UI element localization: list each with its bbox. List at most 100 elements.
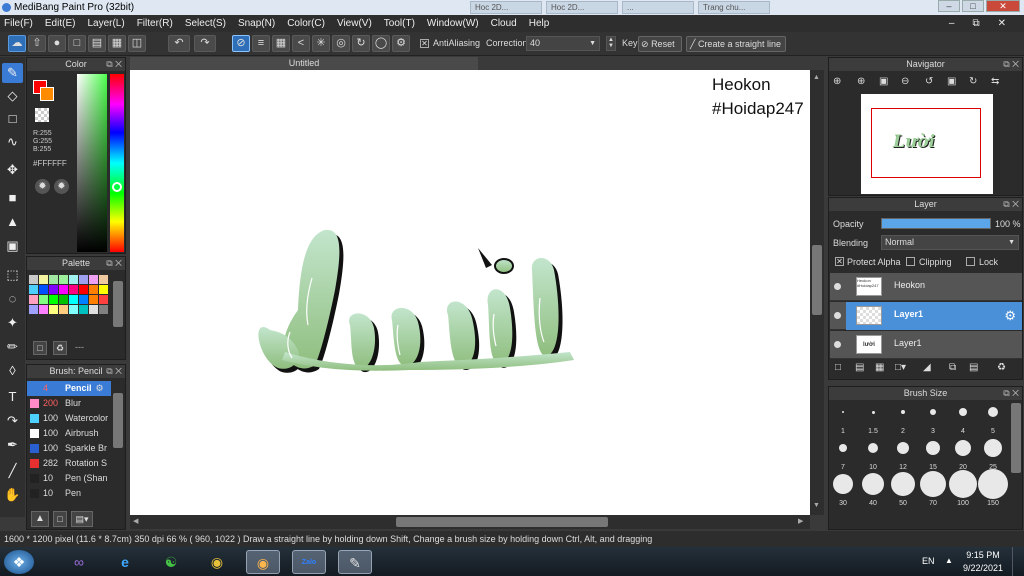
horizontal-scrollbar[interactable]: ◀ ▶ [130, 515, 810, 529]
chat-icon[interactable]: ● [48, 35, 66, 52]
panel-close-icon[interactable]: ⧉ ✕ [1003, 198, 1019, 211]
blending-select[interactable]: Normal ▼ [881, 235, 1019, 250]
palette-swatch[interactable] [39, 285, 48, 294]
gear-icon[interactable]: ⚙ [1004, 308, 1016, 324]
palette-swatch[interactable] [59, 295, 68, 304]
blur-tool-icon[interactable]: ∿ [2, 132, 23, 152]
circle-snap-icon[interactable]: ◎ [332, 35, 350, 52]
palette-swatch[interactable] [39, 275, 48, 284]
correction-stepper[interactable]: ▲ ▼ [606, 36, 616, 51]
ellipse-snap-icon[interactable]: ◯ [372, 35, 390, 52]
brush-size-preset[interactable] [920, 471, 946, 497]
panel-close-icon[interactable]: ⧉ ✕ [1003, 387, 1019, 400]
tray-expand-icon[interactable]: ▲ [945, 556, 953, 565]
palette-swatch[interactable] [49, 295, 58, 304]
menu-view[interactable]: View(V) [337, 18, 372, 29]
close-button[interactable]: ✕ [986, 0, 1020, 12]
menu-edit[interactable]: Edit(E) [45, 18, 76, 29]
opacity-slider[interactable] [881, 218, 991, 229]
palette-swatch[interactable] [59, 275, 68, 284]
brush-size-preset[interactable] [871, 410, 875, 414]
vertical-scrollbar[interactable]: ▲ ▼ [810, 70, 824, 515]
doc-minimize-button[interactable]: – [949, 18, 955, 29]
brush-list-item[interactable]: 100 Watercolor [27, 411, 111, 426]
brush-size-preset[interactable] [926, 441, 940, 455]
fill-rect-tool-icon[interactable]: ■ [2, 188, 23, 208]
scroll-right-icon[interactable]: ▶ [798, 517, 803, 525]
bucket-tool-icon[interactable]: ▲ [2, 212, 23, 232]
menu-file[interactable]: File(F) [4, 18, 33, 29]
rotate-left-icon[interactable]: ↺ [925, 76, 933, 87]
palette-swatch[interactable] [79, 305, 88, 314]
scroll-left-icon[interactable]: ◀ [133, 517, 138, 525]
lasso-tool-icon[interactable]: ◌ [2, 289, 23, 309]
minimize-button[interactable]: – [938, 0, 960, 12]
brush-size-preset[interactable] [930, 409, 936, 415]
sub-color-swatch[interactable] [40, 87, 54, 101]
background-tab[interactable]: Trang chu... [698, 1, 770, 14]
layer-menu-icon[interactable]: □▾ [895, 362, 906, 373]
undo-icon[interactable]: ↶ [168, 35, 190, 52]
palette-swatch[interactable] [99, 285, 108, 294]
menu-layer[interactable]: Layer(L) [87, 18, 124, 29]
doc-restore-button[interactable]: ⧉ [972, 18, 979, 29]
visual-studio-icon[interactable]: ∞ [62, 550, 96, 574]
palette-swatch[interactable] [69, 305, 78, 314]
select-eraser-tool-icon[interactable]: ◊ [2, 361, 23, 381]
menu-select[interactable]: Select(S) [185, 18, 226, 29]
chrome-icon[interactable]: ◉ [200, 550, 234, 574]
background-tab[interactable]: Hoc 2D... [470, 1, 542, 14]
grid-snap-icon[interactable]: ▦ [272, 35, 290, 52]
color-add-icon[interactable]: ✹ [54, 179, 69, 194]
add-brush-icon[interactable]: ▲ [31, 511, 49, 527]
brush-list-item[interactable]: 200 Blur [27, 396, 111, 411]
trash-icon[interactable]: ♻ [53, 341, 67, 355]
vertical-scroll-thumb[interactable] [812, 245, 822, 315]
layer-row[interactable]: lười Layer1 [830, 331, 1022, 359]
menu-color[interactable]: Color(C) [287, 18, 325, 29]
brush-scrollbar[interactable] [113, 393, 123, 448]
palette-swatch[interactable] [29, 295, 38, 304]
hue-slider[interactable] [110, 74, 124, 252]
flip-icon[interactable]: ⇆ [991, 76, 999, 87]
layer-row[interactable]: Layer1 ⚙ [830, 302, 1022, 330]
palette-swatch[interactable] [79, 275, 88, 284]
share-icon[interactable]: ⇧ [28, 35, 46, 52]
folder-icon[interactable]: ◢ [923, 362, 931, 373]
select-pen-tool-icon[interactable]: ✏ [2, 337, 23, 357]
palette-swatch[interactable] [59, 285, 68, 294]
brush-size-preset[interactable] [891, 472, 915, 496]
palette-swatch[interactable] [49, 305, 58, 314]
palette-swatch[interactable] [89, 285, 98, 294]
canvas[interactable]: Heokon #Hoidap247 [130, 70, 810, 515]
eyedropper-tool-icon[interactable]: ✒ [2, 435, 23, 455]
snap-off-icon[interactable]: ⊘ [232, 35, 250, 52]
hue-handle[interactable] [112, 182, 122, 192]
palette-swatch[interactable] [49, 285, 58, 294]
brush-size-preset[interactable] [955, 440, 971, 456]
menu-snap[interactable]: Snap(N) [238, 18, 275, 29]
add-page-icon[interactable]: □ [33, 341, 47, 355]
brush-size-preset[interactable] [833, 474, 853, 494]
palette-swatch[interactable] [39, 305, 48, 314]
operation-tool-icon[interactable]: ↷ [2, 411, 23, 431]
select-tool-icon[interactable]: ⬚ [2, 265, 23, 285]
palette-swatch[interactable] [49, 275, 58, 284]
brush-size-scrollbar[interactable] [1011, 403, 1021, 473]
brush-size-preset[interactable] [839, 444, 847, 452]
brush-menu-icon[interactable]: ▤▾ [71, 511, 93, 527]
brush-tool-icon[interactable]: ✎ [2, 63, 23, 83]
duplicate-layer-icon[interactable]: ⧉ [949, 362, 956, 373]
brush-size-preset[interactable] [862, 473, 884, 495]
clipping-checkbox[interactable] [906, 257, 915, 266]
brush-size-preset[interactable] [988, 407, 998, 417]
palette-swatch[interactable] [99, 305, 108, 314]
zoom-in-icon[interactable]: ⊕ [833, 76, 841, 87]
divide-tool-icon[interactable]: ╱ [2, 461, 23, 481]
grid-icon[interactable]: ▦ [108, 35, 126, 52]
background-tab[interactable]: Hoc 2D... [546, 1, 618, 14]
background-tab[interactable]: ... [622, 1, 694, 14]
transparent-swatch[interactable] [35, 108, 49, 122]
palette-icon[interactable]: ✹ [35, 179, 50, 194]
brush-size-preset[interactable] [842, 411, 844, 413]
